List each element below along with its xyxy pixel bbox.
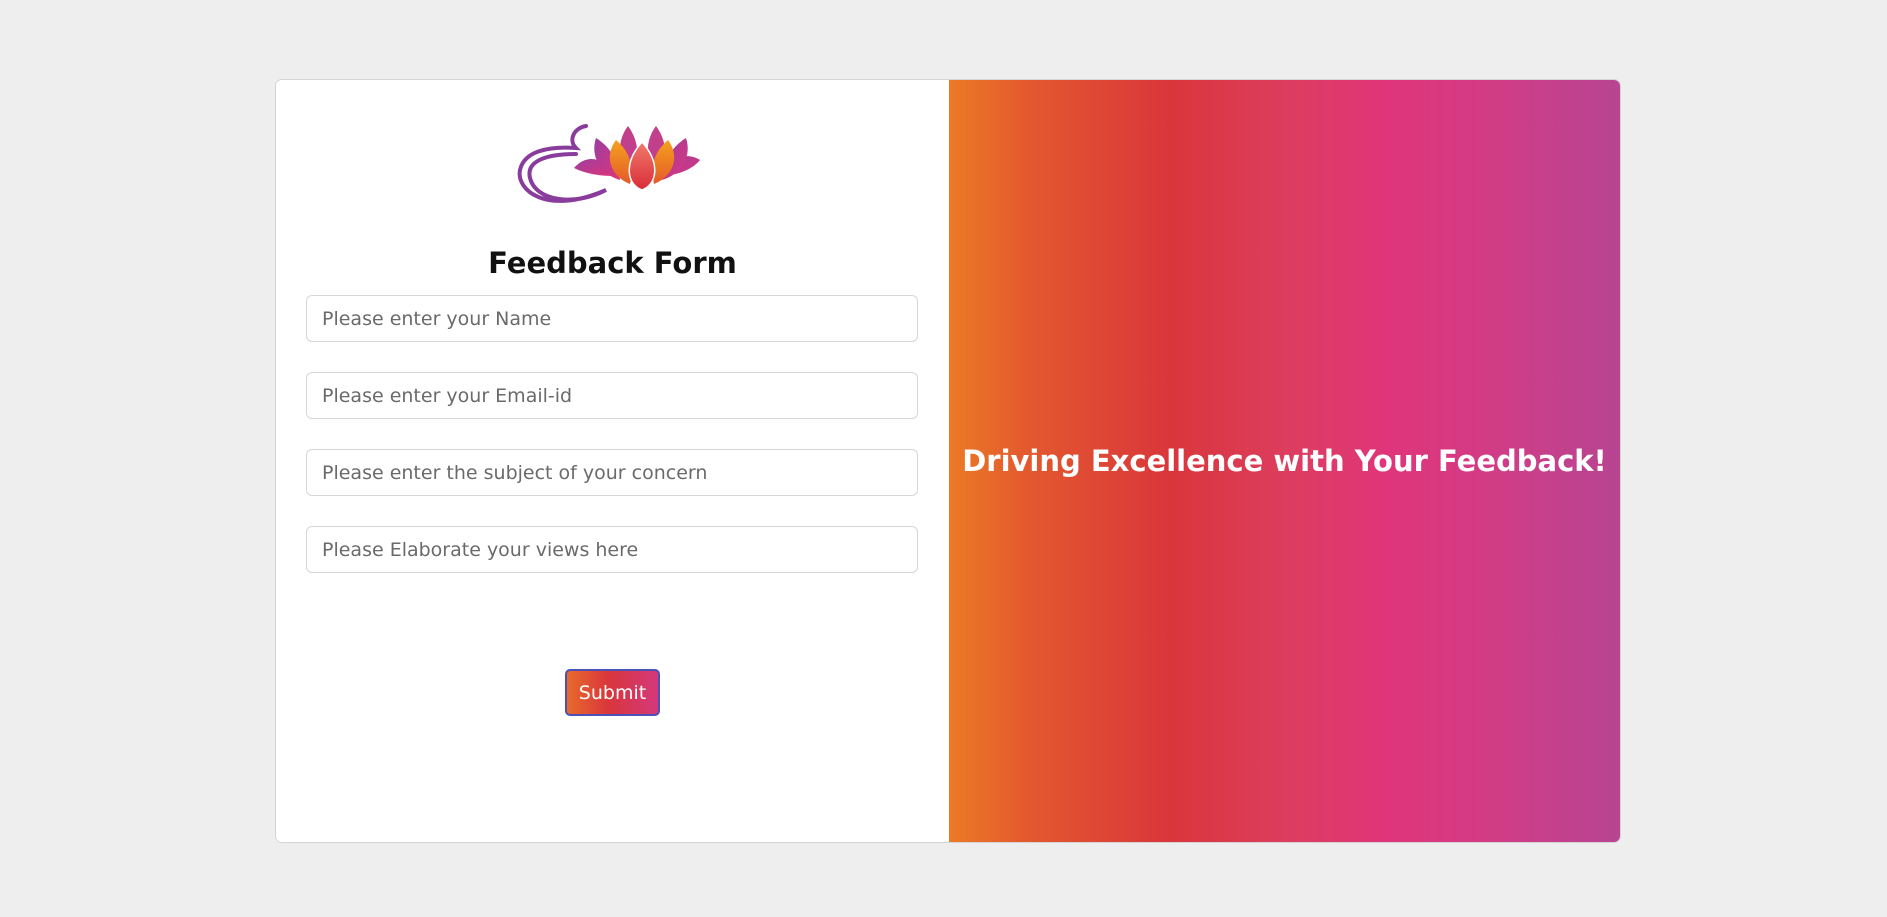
banner-panel: Driving Excellence with Your Feedback! (949, 80, 1620, 842)
email-input[interactable] (306, 372, 918, 419)
views-input[interactable] (306, 526, 918, 573)
lotus-logo-icon (517, 124, 700, 203)
name-input[interactable] (306, 295, 918, 342)
subject-input[interactable] (306, 449, 918, 496)
banner-tagline: Driving Excellence with Your Feedback! (962, 444, 1607, 478)
submit-button[interactable]: Submit (565, 669, 660, 716)
feedback-card: Feedback Form Submit Driving Excellence … (275, 79, 1621, 843)
form-panel: Feedback Form Submit (276, 80, 949, 842)
form-title: Feedback Form (488, 246, 737, 280)
